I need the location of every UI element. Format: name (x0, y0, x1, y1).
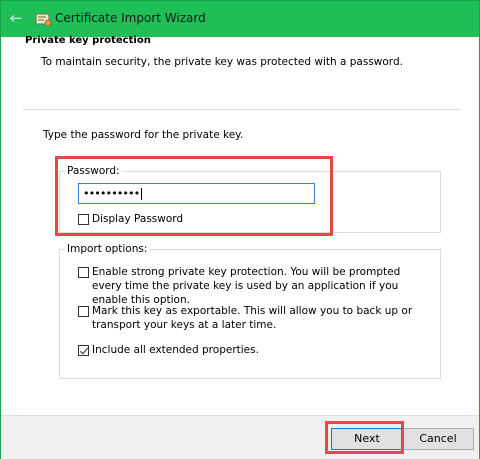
exportable-label[interactable]: Mark this key as exportable. This will a… (92, 304, 427, 332)
back-arrow-icon[interactable]: ← (8, 10, 24, 26)
title-bar: ← Certificate Import Wizard (1, 1, 479, 37)
header-band (23, 37, 461, 110)
extended-properties-checkbox[interactable] (78, 345, 89, 356)
password-highlight-box (55, 156, 333, 236)
strong-protection-checkbox[interactable] (78, 267, 89, 278)
strong-protection-label[interactable]: Enable strong private key protection. Yo… (92, 265, 427, 307)
certificate-icon (35, 13, 52, 27)
exportable-checkbox[interactable] (78, 306, 89, 317)
wizard-window: ← Certificate Import Wizard Private key … (0, 0, 480, 459)
page-title: Private key protection (25, 35, 151, 46)
cancel-button[interactable]: Cancel (402, 428, 474, 450)
instruction-text: Type the password for the private key. (43, 129, 244, 141)
import-options-label: Import options: (65, 243, 150, 255)
window-title: Certificate Import Wizard (55, 11, 206, 25)
next-highlight-box (325, 421, 404, 454)
page-subtitle: To maintain security, the private key wa… (41, 56, 403, 68)
extended-properties-label[interactable]: Include all extended properties. (92, 343, 259, 357)
